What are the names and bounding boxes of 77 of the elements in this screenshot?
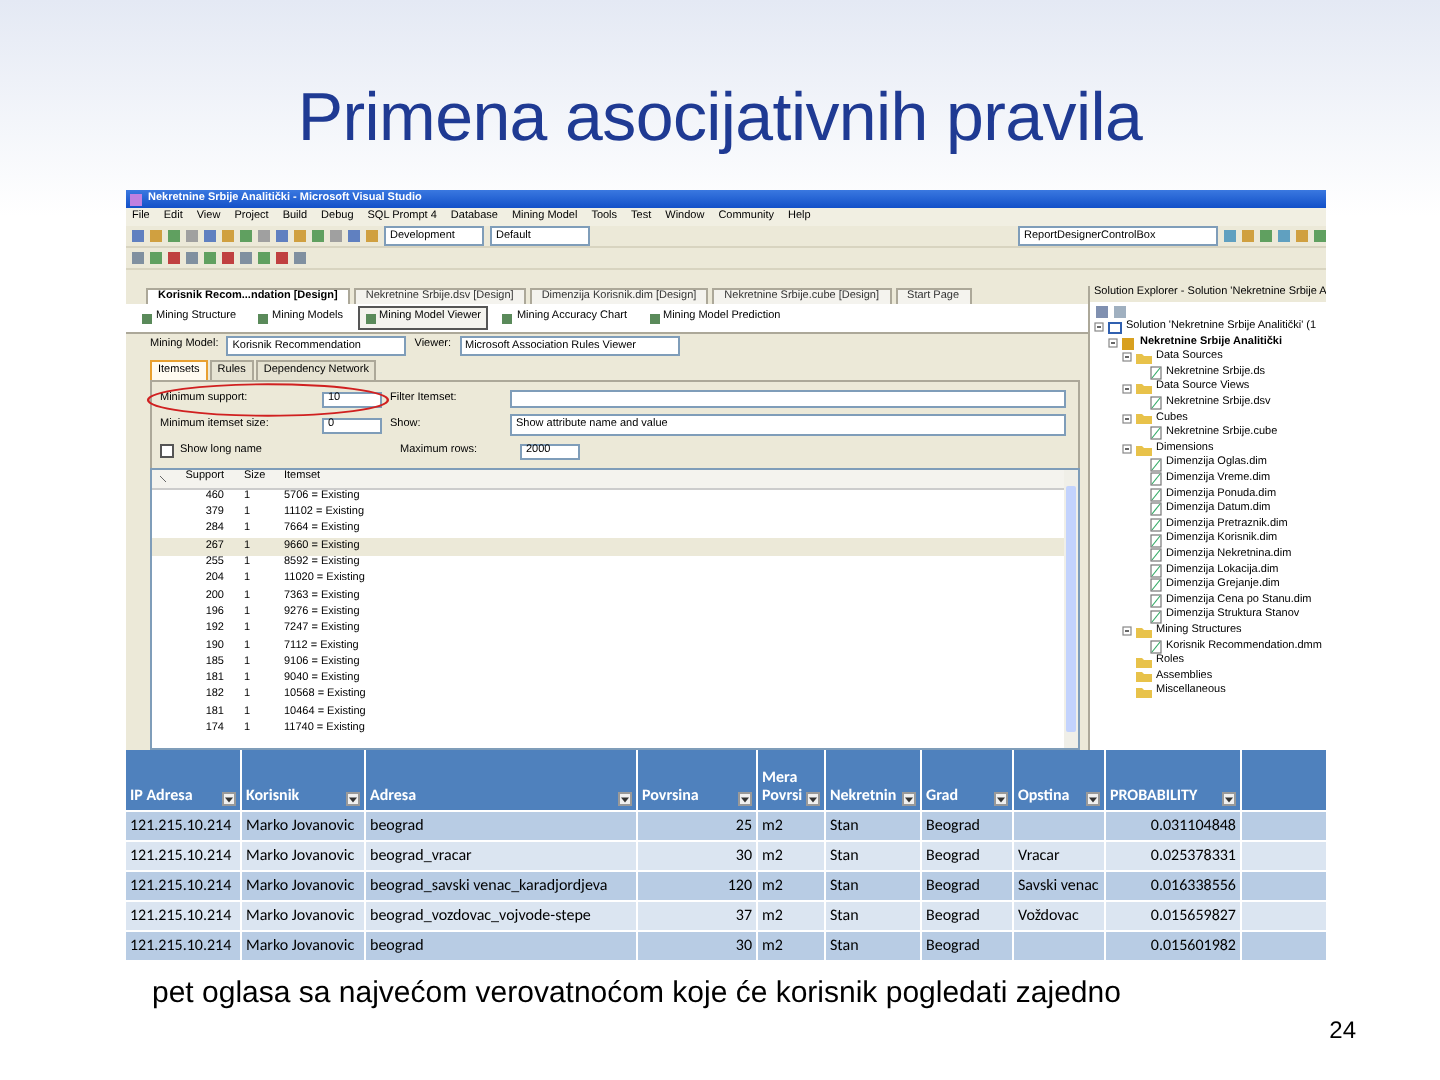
table-cell: m2 (762, 818, 783, 834)
file-icon (1150, 396, 1162, 411)
table-cell: Beograd (926, 818, 980, 834)
table-cell: 0.015601982 (1150, 938, 1236, 954)
table-cell: Marko Jovanovic (246, 818, 355, 834)
table-cell: Vracar (1018, 848, 1060, 864)
table-cell: Stan (830, 818, 859, 834)
filter-icon[interactable] (618, 792, 632, 806)
folder-icon (1136, 443, 1152, 456)
table-cell: 0.031104848 (1150, 818, 1236, 834)
table-cell: 121.215.10.214 (130, 848, 232, 864)
filter-icon[interactable] (222, 792, 236, 806)
filter-icon[interactable] (1086, 792, 1100, 806)
table-cell: 30 (735, 848, 752, 864)
table-cell: Marko Jovanovic (246, 878, 355, 894)
table-cell: Beograd (926, 878, 980, 894)
table-cell: 37 (735, 908, 752, 924)
table-cell: 121.215.10.214 (130, 878, 232, 894)
expander-icon[interactable] (1122, 413, 1132, 424)
table-cell: m2 (762, 908, 783, 924)
slide-caption: pet oglasa sa najvećom verovatnoćom koje će korisnik pogledati zajedno (152, 976, 1123, 1010)
cube-icon (1122, 335, 1136, 350)
checkbox[interactable] (160, 444, 174, 458)
table-cell: 25 (735, 818, 752, 834)
expander-icon[interactable] (1122, 444, 1132, 455)
table-cell: Beograd (926, 908, 980, 924)
folder-icon (1136, 351, 1152, 364)
table-cell: 0.016338556 (1150, 878, 1236, 894)
table-cell: Stan (830, 908, 859, 924)
table-cell: 121.215.10.214 (130, 908, 232, 924)
expander-icon[interactable] (1108, 337, 1118, 348)
table-cell: 0.025378331 (1150, 848, 1236, 864)
expander-icon[interactable] (1122, 352, 1132, 363)
filter-itemset-field[interactable] (510, 390, 1066, 408)
table-cell: 30 (735, 938, 752, 954)
table-cell: beograd_vozdovac_vojvode-stepe (370, 908, 591, 924)
table-cell: m2 (762, 938, 783, 954)
table-cell: 121.215.10.214 (130, 938, 232, 954)
table-cell: Voždovac (1018, 908, 1079, 924)
table-cell: Marko Jovanovic (246, 938, 355, 954)
table-cell: beograd (370, 938, 424, 954)
table-cell: Stan (830, 848, 859, 864)
table-cell: Beograd (926, 848, 980, 864)
expander-icon[interactable] (1122, 383, 1132, 394)
filter-icon[interactable] (806, 792, 820, 806)
filter-icon[interactable] (346, 792, 360, 806)
folder-icon (1136, 412, 1152, 425)
table-cell: 120 (727, 878, 752, 894)
page-number: 24 (1329, 1016, 1356, 1044)
filter-icon[interactable] (994, 792, 1008, 806)
filter-icon[interactable] (1222, 792, 1236, 806)
table-cell: m2 (762, 878, 783, 894)
table-cell: Marko Jovanovic (246, 908, 355, 924)
table-cell: beograd (370, 818, 424, 834)
folder-icon (1136, 625, 1152, 638)
file-icon (1150, 426, 1162, 441)
table-cell: Stan (830, 878, 859, 894)
table-cell: Stan (830, 938, 859, 954)
filter-icon[interactable] (902, 792, 916, 806)
expander-icon[interactable] (1122, 626, 1132, 637)
scrollbar[interactable] (1064, 469, 1078, 748)
table-cell: 121.215.10.214 (130, 818, 232, 834)
table-cell: beograd_savski venac_karadjordjeva (370, 878, 608, 894)
expander-icon[interactable] (1094, 322, 1104, 333)
table-cell: beograd_vracar (370, 848, 472, 864)
table-cell: m2 (762, 848, 783, 864)
slide-title: Primena asocijativnih pravila (297, 80, 1143, 160)
solution-icon (1108, 321, 1122, 334)
file-icon (1150, 366, 1162, 381)
filter-icon[interactable] (738, 792, 752, 806)
folder-icon (1136, 382, 1152, 395)
file-icon (1150, 639, 1162, 654)
table-cell: 0.015659827 (1150, 908, 1236, 924)
table-cell: Savski venac (1018, 878, 1099, 894)
app-icon (130, 193, 142, 205)
table-cell: Marko Jovanovic (246, 848, 355, 864)
table-cell: Beograd (926, 938, 980, 954)
